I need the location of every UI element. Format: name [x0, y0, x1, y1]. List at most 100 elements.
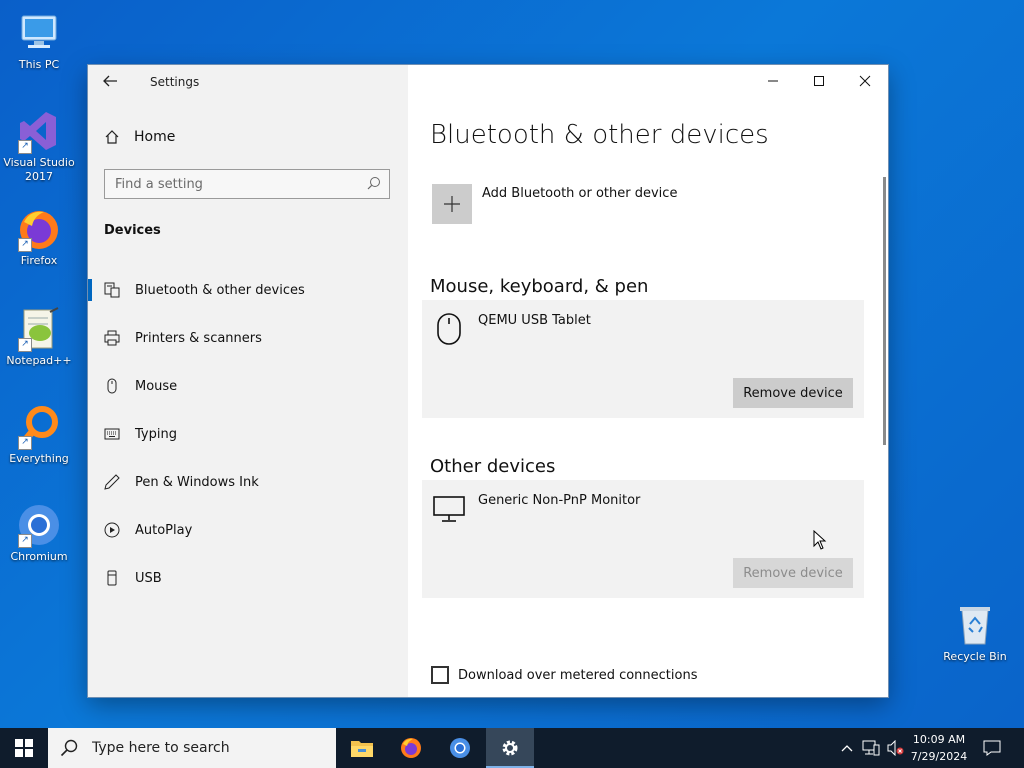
- device-name: Generic Non-PnP Monitor: [478, 493, 641, 508]
- monitor-icon: [432, 492, 466, 526]
- desktop-icon-label: Notepad++: [6, 354, 72, 367]
- back-button[interactable]: [102, 73, 126, 91]
- window-title: Settings: [150, 75, 200, 89]
- taskbar-app-firefox[interactable]: [387, 728, 435, 768]
- add-device-button[interactable]: [432, 184, 472, 224]
- plus-icon: [444, 196, 460, 212]
- search-icon: [367, 177, 380, 190]
- sidebar-item-label: Printers & scanners: [135, 330, 262, 346]
- network-tray-button[interactable]: [860, 728, 882, 768]
- sidebar-item-typing[interactable]: Typing: [88, 410, 408, 458]
- shortcut-arrow-icon: ↗: [18, 338, 32, 352]
- clock-date: 7/29/2024: [910, 750, 968, 763]
- taskbar-app-chromium[interactable]: [436, 728, 484, 768]
- action-center-button[interactable]: [978, 728, 1006, 768]
- close-button[interactable]: [842, 65, 888, 97]
- desktop-icon-label: Visual Studio: [3, 156, 75, 169]
- desktop-icon-everything[interactable]: ↗ Everything: [1, 404, 77, 466]
- close-icon: [859, 75, 871, 87]
- chromium-icon: ↗: [16, 502, 62, 548]
- notepad-plus-plus-icon: ↗: [16, 306, 62, 352]
- shortcut-arrow-icon: ↗: [18, 534, 32, 548]
- folder-icon: [351, 741, 373, 757]
- desktop-icon-visual-studio[interactable]: ↗ Visual Studio 2017: [1, 108, 77, 184]
- desktop-icon-label-line2: 2017: [25, 170, 53, 183]
- printer-icon: [104, 330, 120, 346]
- start-button[interactable]: [0, 728, 48, 768]
- everything-search-icon: ↗: [16, 404, 62, 450]
- settings-sidebar: Settings Home Devices Bluetooth & other …: [88, 65, 408, 697]
- notification-icon: [983, 740, 1001, 756]
- keyboard-icon: [104, 426, 120, 442]
- sidebar-item-bluetooth[interactable]: Bluetooth & other devices: [88, 266, 408, 314]
- taskbar-search-input[interactable]: [92, 729, 322, 767]
- sidebar-item-label: Typing: [135, 426, 177, 442]
- desktop-icon-firefox[interactable]: ↗ Firefox: [1, 206, 77, 268]
- desktop-icon-chromium[interactable]: ↗ Chromium: [1, 502, 77, 564]
- gear-icon: [502, 740, 518, 756]
- network-icon: [862, 740, 880, 756]
- desktop-icon-notepad-plus-plus[interactable]: ↗ Notepad++: [1, 306, 77, 368]
- sidebar-item-usb[interactable]: USB: [88, 554, 408, 602]
- shortcut-arrow-icon: ↗: [18, 238, 32, 252]
- volume-tray-button[interactable]: [884, 728, 906, 768]
- settings-window: Settings Home Devices Bluetooth & other …: [88, 65, 888, 697]
- sidebar-item-label: Pen & Windows Ink: [135, 474, 259, 490]
- minimize-icon: [768, 80, 778, 82]
- back-arrow-icon: [103, 75, 117, 87]
- nav-home-label: Home: [134, 129, 176, 145]
- add-device-label[interactable]: Add Bluetooth or other device: [482, 186, 677, 201]
- desktop-icon-label: Firefox: [20, 254, 58, 267]
- remove-device-button[interactable]: Remove device: [733, 378, 853, 408]
- content-scrollbar[interactable]: [883, 177, 886, 445]
- search-icon: [60, 739, 78, 757]
- metered-label: Download over metered connections: [458, 667, 698, 683]
- desktop-icon-recycle-bin[interactable]: Recycle Bin: [937, 602, 1013, 664]
- device-card-qemu-usb-tablet[interactable]: QEMU USB Tablet Remove device: [422, 300, 864, 418]
- taskbar-clock[interactable]: 10:09 AM 7/29/2024: [904, 731, 974, 765]
- device-card-generic-monitor[interactable]: Generic Non-PnP Monitor Remove device: [422, 480, 864, 598]
- sidebar-item-printers[interactable]: Printers & scanners: [88, 314, 408, 362]
- mouse-cursor-icon: [813, 530, 827, 550]
- firefox-icon: [401, 738, 421, 758]
- computer-icon: [16, 10, 62, 56]
- mouse-icon: [432, 312, 466, 346]
- visual-studio-icon: ↗: [16, 108, 62, 154]
- desktop-icon-this-pc[interactable]: This PC: [1, 10, 77, 72]
- recycle-bin-icon: [952, 602, 998, 648]
- shortcut-arrow-icon: ↗: [18, 436, 32, 450]
- maximize-button[interactable]: [796, 65, 842, 97]
- desktop-icon-label: Chromium: [10, 550, 68, 563]
- shortcut-arrow-icon: ↗: [18, 140, 32, 154]
- desktop-icon-label: Recycle Bin: [943, 650, 1007, 663]
- taskbar-app-settings[interactable]: [486, 728, 534, 768]
- settings-search-input[interactable]: [105, 170, 365, 198]
- maximize-icon: [814, 76, 824, 86]
- settings-search-box[interactable]: [104, 169, 390, 199]
- mouse-icon: [104, 378, 120, 394]
- page-title: Bluetooth & other devices: [430, 120, 769, 150]
- sidebar-item-pen[interactable]: Pen & Windows Ink: [88, 458, 408, 506]
- taskbar: 10:09 AM 7/29/2024: [0, 728, 1024, 768]
- taskbar-app-file-explorer[interactable]: [338, 728, 386, 768]
- show-hidden-icons-button[interactable]: [838, 728, 856, 768]
- desktop-icon-label: This PC: [18, 58, 60, 71]
- volume-muted-icon: [887, 740, 904, 756]
- device-name: QEMU USB Tablet: [478, 313, 591, 328]
- sidebar-item-autoplay[interactable]: AutoPlay: [88, 506, 408, 554]
- autoplay-icon: [104, 522, 120, 538]
- settings-content: Bluetooth & other devices Add Bluetooth …: [408, 65, 888, 697]
- taskbar-search-box[interactable]: [48, 728, 336, 768]
- bluetooth-devices-icon: [104, 282, 120, 298]
- chromium-icon: [450, 738, 470, 758]
- nav-home[interactable]: Home: [104, 129, 175, 145]
- sidebar-item-mouse[interactable]: Mouse: [88, 362, 408, 410]
- metered-checkbox[interactable]: [431, 666, 449, 684]
- section-label-devices: Devices: [104, 223, 161, 238]
- sidebar-item-label: AutoPlay: [135, 522, 193, 538]
- remove-device-button-disabled: Remove device: [733, 558, 853, 588]
- firefox-icon: ↗: [16, 206, 62, 252]
- desktop-icon-label: Everything: [9, 452, 69, 465]
- minimize-button[interactable]: [750, 65, 796, 97]
- metered-connections-option[interactable]: Download over metered connections: [431, 666, 697, 684]
